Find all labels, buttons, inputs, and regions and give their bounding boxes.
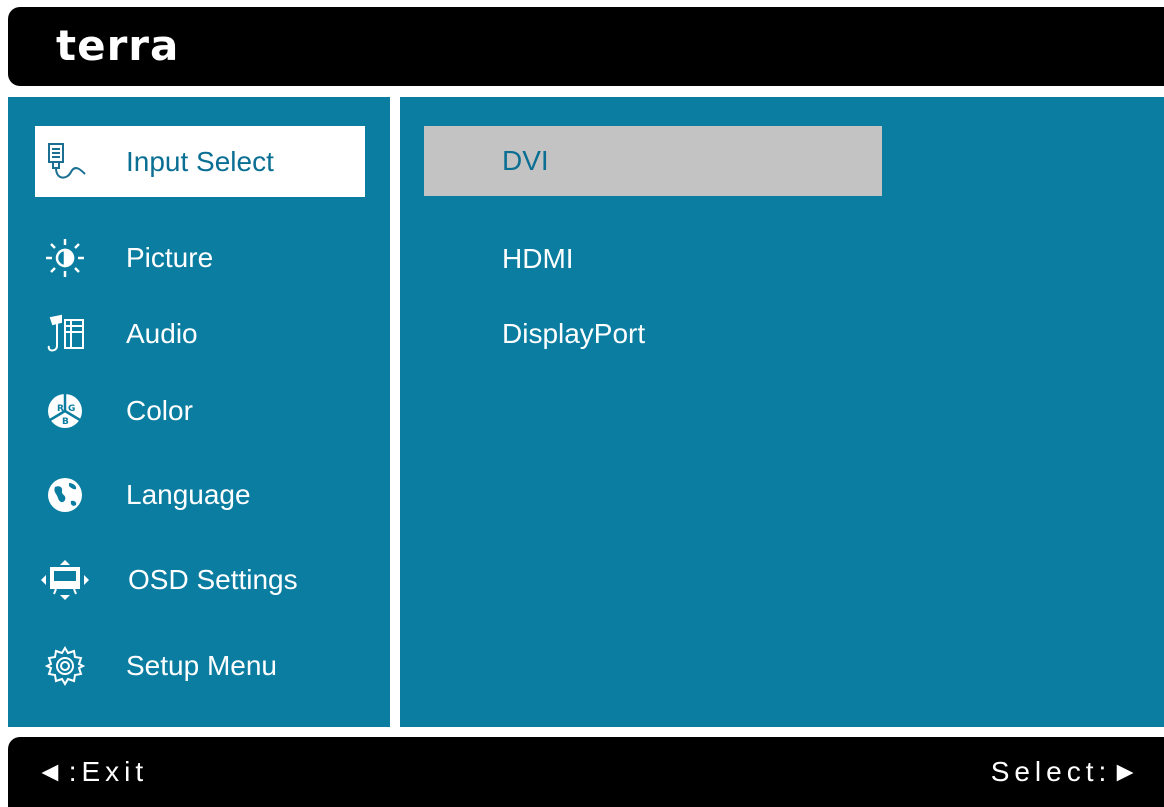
menu-item-input-select[interactable]: Input Select — [35, 126, 365, 197]
globe-icon — [43, 473, 87, 517]
select-hint: Select:► — [990, 756, 1144, 787]
exit-hint: ◄:Exit — [36, 756, 149, 787]
option-dvi[interactable]: DVI — [424, 126, 882, 196]
menu-item-picture[interactable]: Picture — [35, 222, 365, 293]
option-displayport[interactable]: DisplayPort — [424, 299, 882, 369]
osd-settings-icon — [39, 558, 91, 602]
svg-text:R: R — [57, 404, 64, 414]
menu-item-label: Color — [126, 394, 193, 426]
rgb-color-icon: R G B — [43, 389, 87, 433]
menu-item-setup-menu[interactable]: Setup Menu — [35, 630, 365, 701]
menu-item-audio[interactable]: Audio — [35, 298, 365, 369]
menu-item-label: Setup Menu — [126, 649, 277, 681]
title-bar: terra — [8, 7, 1164, 86]
menu-item-label: Audio — [126, 317, 198, 349]
menu-item-label: Language — [126, 478, 251, 510]
option-label: DisplayPort — [502, 318, 646, 349]
music-note-icon — [43, 312, 87, 356]
svg-text:B: B — [62, 417, 69, 427]
option-label: HDMI — [502, 243, 574, 274]
hint-bar: ◄:Exit Select:► — [8, 737, 1164, 807]
option-hdmi[interactable]: HDMI — [424, 224, 882, 294]
menu-item-label: Input Select — [126, 145, 274, 177]
menu-item-label: OSD Settings — [128, 563, 298, 595]
menu-item-osd-settings[interactable]: OSD Settings — [35, 544, 365, 615]
brand-logo: terra — [56, 21, 180, 70]
input-select-icon — [43, 140, 87, 184]
submenu-panel: DVI HDMI DisplayPort — [400, 97, 1164, 727]
gear-icon — [43, 644, 87, 688]
option-label: DVI — [502, 145, 549, 176]
menu-item-label: Picture — [126, 241, 214, 273]
menu-item-language[interactable]: Language — [35, 459, 365, 530]
brightness-icon — [43, 236, 87, 280]
menu-item-color[interactable]: R G B Color — [35, 375, 365, 446]
main-menu-panel: Input Select Picture Audio R G B Color L… — [8, 97, 390, 727]
svg-text:G: G — [68, 404, 75, 414]
